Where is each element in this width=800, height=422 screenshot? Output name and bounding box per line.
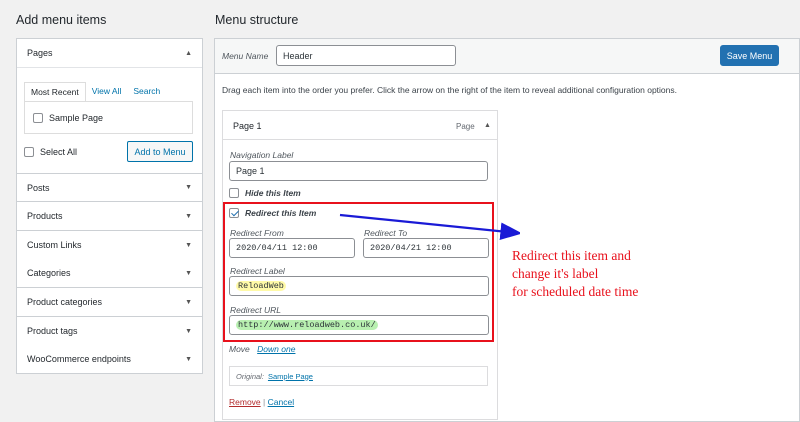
original-label: Original: bbox=[236, 371, 264, 381]
hide-item-checkbox[interactable] bbox=[229, 188, 239, 198]
sidebar-item-label: Products bbox=[27, 211, 63, 221]
action-separator: | bbox=[263, 397, 266, 407]
sidebar-item-label: Posts bbox=[27, 182, 50, 193]
navigation-label-label: Navigation Label bbox=[230, 150, 294, 160]
sidebar-item-posts[interactable]: Posts ▼ bbox=[16, 173, 203, 202]
annotation-arrow-icon bbox=[339, 213, 520, 240]
sidebar-item-label: Categories bbox=[27, 268, 71, 278]
item-actions: Remove | Cancel bbox=[229, 397, 294, 407]
annotation-text: Redirect this item and change it's label… bbox=[512, 247, 712, 301]
pages-panel-title: Pages bbox=[27, 48, 53, 58]
redirect-item-checkbox[interactable] bbox=[229, 208, 239, 218]
tab-search[interactable]: Search bbox=[127, 82, 166, 101]
remove-link[interactable]: Remove bbox=[229, 397, 261, 407]
menu-item-type: Page bbox=[456, 122, 475, 131]
menu-name-label: Menu Name bbox=[222, 51, 269, 61]
select-all-row: Select All bbox=[24, 147, 77, 157]
sidebar-item-custom-links[interactable]: Custom Links ▼ bbox=[16, 231, 203, 260]
tab-panel-most-recent: Sample Page bbox=[24, 101, 193, 134]
sidebar-item-label: Custom Links bbox=[27, 240, 82, 250]
expand-arrow-icon: ▼ bbox=[185, 212, 192, 220]
expand-arrow-icon: ▼ bbox=[185, 241, 192, 249]
original-box: Original: Sample Page bbox=[229, 366, 488, 386]
redirect-label-input[interactable]: ReloadWeb bbox=[229, 276, 489, 296]
collapse-arrow-icon[interactable]: ▲ bbox=[484, 122, 491, 129]
expand-arrow-icon: ▼ bbox=[185, 184, 192, 191]
sidebar-item-label: WooCommerce endpoints bbox=[27, 354, 131, 364]
menu-item-title: Page 1 bbox=[233, 121, 262, 131]
tab-most-recent[interactable]: Most Recent bbox=[24, 82, 86, 101]
expand-arrow-icon: ▼ bbox=[185, 327, 192, 335]
add-menu-items-heading: Add menu items bbox=[16, 13, 107, 27]
sidebar-item-categories[interactable]: Categories ▼ bbox=[16, 259, 203, 288]
redirect-url-label: Redirect URL bbox=[230, 305, 282, 315]
pages-panel-header[interactable]: Pages ▲ bbox=[17, 39, 202, 68]
annotation-line-1: Redirect this item and bbox=[512, 248, 631, 263]
sample-page-label: Sample Page bbox=[49, 112, 104, 123]
sidebar-item-product-categories[interactable]: Product categories ▼ bbox=[16, 288, 203, 317]
menu-name-input[interactable]: Header bbox=[276, 45, 456, 66]
cancel-link[interactable]: Cancel bbox=[268, 397, 294, 407]
save-menu-button[interactable]: Save Menu bbox=[720, 45, 779, 66]
original-link[interactable]: Sample Page bbox=[268, 372, 313, 381]
expand-arrow-icon: ▼ bbox=[185, 269, 192, 277]
add-to-menu-button[interactable]: Add to Menu bbox=[127, 141, 193, 162]
sample-page-checkbox[interactable] bbox=[33, 112, 43, 123]
move-row: Move Down one bbox=[229, 344, 295, 354]
redirect-url-input[interactable]: http://www.reloadweb.co.uk/ bbox=[229, 315, 489, 335]
sidebar-item-woocommerce-endpoints[interactable]: WooCommerce endpoints ▼ bbox=[16, 345, 203, 374]
select-all-label: Select All bbox=[40, 147, 78, 157]
expand-arrow-icon: ▼ bbox=[185, 298, 192, 306]
select-all-checkbox[interactable] bbox=[24, 147, 34, 157]
move-label: Move bbox=[229, 344, 250, 354]
redirect-item-label: Redirect this Item bbox=[245, 208, 317, 218]
redirect-from-label: Redirect From bbox=[230, 228, 284, 238]
collapse-arrow-icon[interactable]: ▲ bbox=[185, 50, 192, 57]
menu-instructions: Drag each item into the order you prefer… bbox=[222, 85, 677, 95]
menu-item-header[interactable]: Page 1 Page ▲ bbox=[222, 110, 498, 140]
navigation-label-input[interactable]: Page 1 bbox=[229, 161, 488, 181]
redirect-label-label: Redirect Label bbox=[230, 266, 285, 276]
sidebar-item-product-tags[interactable]: Product tags ▼ bbox=[16, 317, 203, 346]
sidebar-item-products[interactable]: Products ▼ bbox=[16, 202, 203, 231]
redirect-label-value: ReloadWeb bbox=[236, 281, 286, 291]
redirect-item-row: Redirect this Item bbox=[229, 208, 316, 218]
expand-arrow-icon: ▼ bbox=[185, 355, 192, 363]
tab-view-all[interactable]: View All bbox=[86, 82, 128, 101]
pages-tabs: Most Recent View All Search Sample Page bbox=[24, 82, 193, 134]
move-down-link[interactable]: Down one bbox=[257, 344, 295, 354]
redirect-url-value: http://www.reloadweb.co.uk/ bbox=[236, 320, 378, 330]
hide-item-label: Hide this Item bbox=[245, 188, 301, 198]
annotation-line-3: for scheduled date time bbox=[512, 284, 639, 299]
hide-item-row: Hide this Item bbox=[229, 188, 301, 198]
annotation-line-2: change it's label bbox=[512, 266, 599, 281]
sidebar-item-label: Product tags bbox=[27, 326, 78, 336]
sidebar-item-label: Product categories bbox=[27, 297, 103, 307]
menu-structure-heading: Menu structure bbox=[215, 13, 299, 27]
